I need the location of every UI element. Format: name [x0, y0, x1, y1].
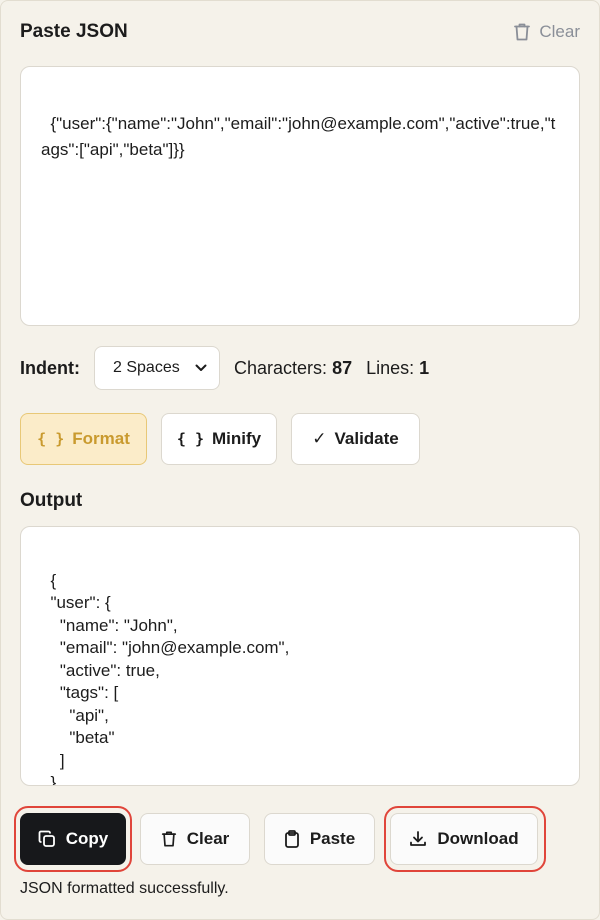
- characters-stat: Characters: 87: [234, 358, 352, 379]
- paste-label: Paste: [309, 829, 356, 848]
- copy-icon: [38, 830, 56, 848]
- trash-icon: [161, 830, 177, 848]
- format-label: Format: [72, 429, 130, 448]
- resize-grip-icon[interactable]: [565, 771, 575, 781]
- download-label: Download: [437, 829, 519, 848]
- json-output-textarea[interactable]: { "user": { "name": "John", "email": "jo…: [20, 526, 580, 786]
- lines-label: Lines:: [366, 357, 415, 378]
- indent-select-value: 2 Spaces: [113, 359, 180, 376]
- braces-icon: { }: [176, 430, 204, 448]
- clipboard-icon: [284, 830, 300, 848]
- json-output-value: { "user": { "name": "John", "email": "jo…: [50, 570, 290, 786]
- copy-label: Copy: [65, 829, 109, 848]
- json-input-value: {"user":{"name":"John","email":"john@exa…: [41, 114, 556, 159]
- download-icon: [409, 830, 427, 848]
- minify-button[interactable]: { } Minify: [161, 413, 277, 465]
- clear-input-button[interactable]: Clear: [513, 20, 580, 44]
- clear-input-label: Clear: [539, 22, 580, 41]
- lines-stat: Lines: 1: [366, 358, 429, 379]
- format-actions: { } Format { } Minify ✓ Validate: [20, 413, 420, 465]
- lines-value: 1: [419, 357, 430, 378]
- output-label: Output: [20, 490, 83, 511]
- validate-label: Validate: [334, 429, 399, 448]
- download-button[interactable]: Download: [390, 813, 538, 865]
- paste-button[interactable]: Paste: [264, 813, 375, 865]
- braces-icon: { }: [37, 430, 65, 448]
- validate-button[interactable]: ✓ Validate: [291, 413, 420, 465]
- status-message: JSON formatted successfully.: [20, 880, 229, 897]
- clear-output-button[interactable]: Clear: [140, 813, 250, 865]
- resize-grip-icon[interactable]: [565, 311, 575, 321]
- trash-icon: [513, 22, 531, 42]
- indent-select[interactable]: 2 Spaces: [94, 346, 220, 390]
- minify-label: Minify: [211, 429, 262, 448]
- page-title: Paste JSON: [20, 21, 128, 42]
- copy-button[interactable]: Copy: [20, 813, 126, 865]
- chevron-down-icon: [195, 364, 207, 372]
- check-icon: ✓: [312, 429, 327, 448]
- json-input-textarea[interactable]: {"user":{"name":"John","email":"john@exa…: [20, 66, 580, 326]
- format-button[interactable]: { } Format: [20, 413, 147, 465]
- characters-value: 87: [332, 357, 353, 378]
- paste-json-header: Paste JSON Clear: [20, 20, 580, 46]
- indent-label: Indent:: [20, 357, 80, 378]
- characters-label: Characters:: [234, 357, 328, 378]
- clear-output-label: Clear: [186, 829, 230, 848]
- controls-row: Indent: 2 Spaces Characters: 87 Lines: 1: [20, 346, 580, 390]
